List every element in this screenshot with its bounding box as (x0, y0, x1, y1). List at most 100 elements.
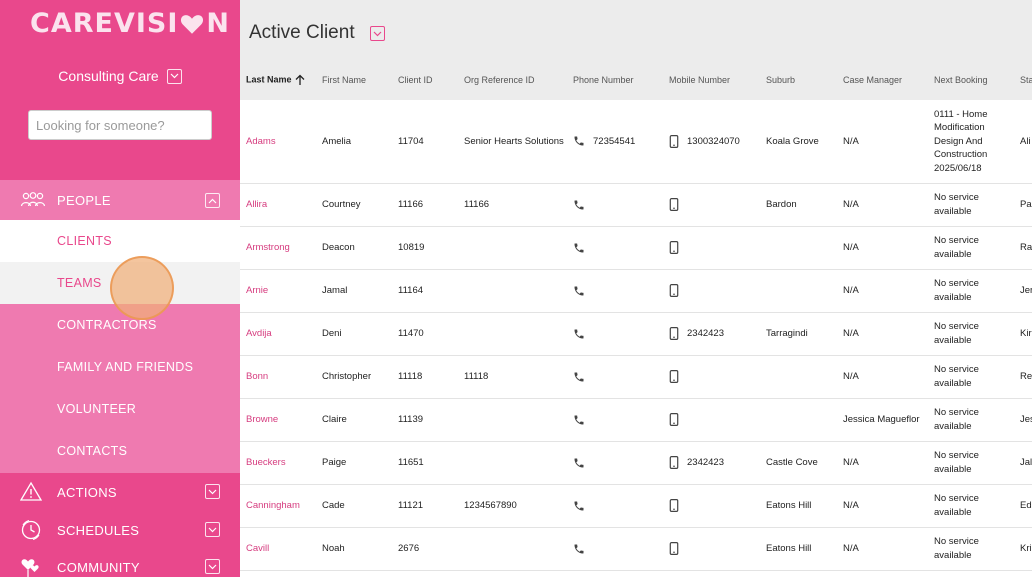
column-header[interactable]: Suburb (760, 60, 837, 100)
next-booking-cell: 0111 - Home Modification Design And Cons… (928, 100, 1014, 184)
column-header-label: Next Booking (934, 75, 988, 85)
main-panel: Active Client Last Name First Name Client … (240, 0, 1032, 577)
phone-icon[interactable] (573, 328, 585, 340)
mobile-icon[interactable] (669, 542, 679, 555)
table-row[interactable]: Allira Courtney 11166 11166 Bardon N/A No serv… (240, 183, 1032, 227)
chevron-down-icon[interactable] (205, 559, 220, 574)
community-label: COMMUNITY (57, 560, 140, 575)
column-header[interactable]: First Name (316, 60, 392, 100)
sidebar-item-family-and-friends[interactable]: FAMILY AND FRIENDS (0, 346, 240, 388)
org-ref-cell (458, 312, 567, 356)
phone-cell (567, 183, 663, 227)
chevron-up-icon[interactable] (205, 193, 220, 208)
last-name-link[interactable]: Allira (240, 183, 316, 227)
suburb-cell (760, 226, 837, 270)
column-header-label: Suburb (766, 75, 796, 85)
last-name-link[interactable]: Browne (240, 398, 316, 442)
mobile-icon[interactable] (669, 284, 679, 297)
phone-icon[interactable] (573, 285, 585, 297)
column-header[interactable]: Sta (1014, 60, 1032, 100)
client-id-cell: 11121 (392, 484, 458, 528)
last-name-link[interactable]: Bonn (240, 355, 316, 399)
table-row[interactable]: Bueckers Paige 11651 2342423 Castle Cove N/A N… (240, 441, 1032, 485)
column-header[interactable]: Next Booking (928, 60, 1014, 100)
carevision-logo[interactable]: CAREVISI N (30, 8, 230, 39)
last-name-link[interactable]: Bueckers (240, 441, 316, 485)
phone-cell (567, 312, 663, 356)
mobile-icon[interactable] (669, 134, 679, 148)
sidebar-item-teams[interactable]: TEAMS (0, 262, 240, 304)
column-header[interactable]: Phone Number (567, 60, 663, 100)
sidebar-item-volunteer[interactable]: VOLUNTEER (0, 388, 240, 430)
column-header[interactable]: Mobile Number (663, 60, 760, 100)
table-row[interactable]: Avdija Deni 11470 2342423 Tarragindi N/A No se… (240, 312, 1032, 356)
phone-icon[interactable] (573, 457, 585, 469)
next-booking-cell: No service available (928, 226, 1014, 270)
sidebar: CAREVISI N Consulting Care PEOPLE CLIENT… (0, 0, 240, 577)
table-row[interactable]: Armstrong Deacon 10819 N/A No service availa… (240, 226, 1032, 270)
client-id-cell: 11470 (392, 312, 458, 356)
phone-cell (567, 441, 663, 485)
last-name-link[interactable]: Armstrong (240, 226, 316, 270)
phone-icon[interactable] (573, 371, 585, 383)
sidebar-item-label: CLIENTS (57, 234, 112, 248)
column-header[interactable]: Last Name (240, 60, 316, 100)
actions-label: ACTIONS (57, 485, 117, 500)
sort-ascending-icon[interactable] (295, 74, 305, 86)
last-name-link[interactable]: Arnie (240, 269, 316, 313)
chevron-down-icon[interactable] (205, 484, 220, 499)
phone-icon[interactable] (573, 543, 585, 555)
table-row[interactable]: Canningham Cade 11121 1234567890 Eatons Hill… (240, 484, 1032, 528)
phone-icon[interactable] (573, 242, 585, 254)
last-name-link[interactable]: Adams (240, 100, 316, 184)
sidebar-item-schedules[interactable]: SCHEDULES (0, 511, 240, 549)
mobile-icon[interactable] (669, 327, 679, 340)
mobile-cell (663, 226, 760, 270)
mobile-icon[interactable] (669, 241, 679, 254)
column-header[interactable]: Case Manager (837, 60, 928, 100)
mobile-cell (663, 398, 760, 442)
column-header[interactable]: Client ID (392, 60, 458, 100)
org-selector[interactable]: Consulting Care (0, 68, 240, 84)
mobile-icon[interactable] (669, 456, 679, 469)
mobile-icon[interactable] (669, 499, 679, 512)
case-manager-cell: Jessica Magueflor (837, 398, 928, 442)
table-row[interactable]: Adams Amelia 11704 Senior Hearts Solutions 7… (240, 100, 1032, 184)
phone-icon[interactable] (573, 500, 585, 512)
chevron-down-icon[interactable] (205, 522, 220, 537)
client-id-cell: 11118 (392, 355, 458, 399)
table-row[interactable]: Arnie Jamal 11164 N/A No service available Je… (240, 269, 1032, 313)
table-row[interactable]: Browne Claire 11139 Jessica Magueflor No ser… (240, 398, 1032, 442)
sidebar-item-contacts[interactable]: CONTACTS (0, 430, 240, 472)
staff-cell: Pa (1014, 183, 1032, 227)
phone-cell (567, 269, 663, 313)
search-input[interactable] (28, 110, 212, 140)
mobile-icon[interactable] (669, 198, 679, 211)
client-id-cell: 11139 (392, 398, 458, 442)
org-ref-cell (458, 269, 567, 313)
chevron-down-icon[interactable] (166, 68, 182, 84)
last-name-link[interactable]: Cavill (240, 527, 316, 571)
table-row[interactable]: Bonn Christopher 11118 11118 N/A No service a… (240, 355, 1032, 399)
client-id-cell: 2676 (392, 527, 458, 571)
staff-cell: Kir (1014, 312, 1032, 356)
last-name-link[interactable]: Avdija (240, 312, 316, 356)
mobile-icon[interactable] (669, 370, 679, 383)
last-name-link[interactable]: Canningham (240, 484, 316, 528)
people-header[interactable]: PEOPLE (0, 180, 240, 220)
sidebar-item-actions[interactable]: ACTIONS (0, 473, 240, 511)
column-header[interactable]: Org Reference ID (458, 60, 567, 100)
sidebar-item-clients[interactable]: CLIENTS (0, 220, 240, 262)
case-manager-cell: N/A (837, 269, 928, 313)
phone-icon[interactable] (573, 199, 585, 211)
phone-icon[interactable] (573, 414, 585, 426)
table-row[interactable]: Cavill Noah 2676 Eatons Hill N/A No service a… (240, 527, 1032, 571)
sidebar-item-community[interactable]: COMMUNITY (0, 548, 240, 577)
phone-icon[interactable] (573, 135, 585, 147)
column-header-label: Client ID (398, 75, 433, 85)
sidebar-item-contractors[interactable]: CONTRACTORS (0, 304, 240, 346)
client-id-cell: 11651 (392, 441, 458, 485)
chevron-down-icon[interactable] (370, 26, 385, 41)
staff-cell: Ed (1014, 484, 1032, 528)
mobile-icon[interactable] (669, 413, 679, 426)
